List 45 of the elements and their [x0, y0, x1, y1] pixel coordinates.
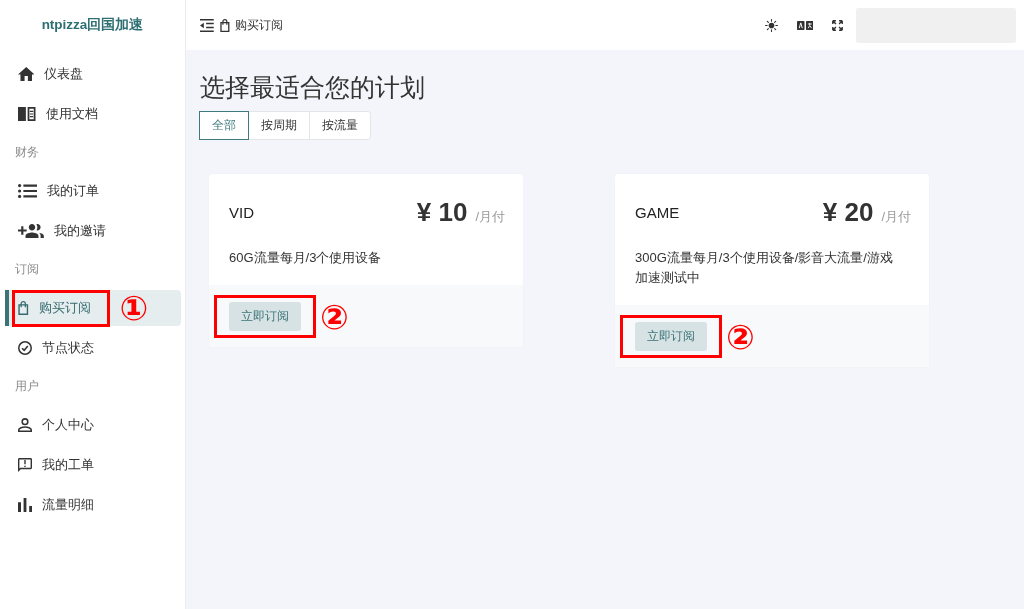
sun-icon[interactable]: [764, 18, 778, 32]
sidebar-item[interactable]: 我的邀请: [5, 213, 181, 249]
bag-icon: [18, 301, 29, 315]
expand-icon[interactable]: [832, 19, 843, 31]
filter-tab[interactable]: 按周期: [248, 111, 310, 140]
billing-period: /月付: [475, 207, 505, 226]
plan-description: 300G流量每月/3个使用设备/影音大流量/游戏加速测试中: [635, 249, 894, 287]
subscribe-button[interactable]: 立即订阅: [635, 322, 707, 351]
sidebar-item[interactable]: 我的工单: [5, 447, 181, 483]
sidebar-item[interactable]: 我的订单: [5, 173, 181, 209]
billing-period: /月付: [881, 207, 911, 226]
filter-tab[interactable]: 全部: [199, 111, 249, 140]
callout-number: ②: [726, 319, 755, 354]
section-heading: 财务: [14, 144, 40, 161]
people-plus-icon: [18, 224, 44, 238]
breadcrumb-item: 购买订阅: [234, 16, 283, 34]
bar-chart-icon: [18, 498, 32, 512]
plan-price: ¥ 20: [822, 196, 874, 228]
book-icon: [18, 107, 36, 121]
bag-icon: [219, 18, 230, 32]
section-heading: 用户: [14, 378, 40, 395]
callout-number: ②: [320, 299, 349, 334]
sidebar-item[interactable]: 流量明细: [5, 487, 181, 523]
speech-bubble-icon: [18, 458, 32, 472]
sidebar-item[interactable]: 个人中心: [5, 407, 181, 443]
sidebar-item[interactable]: 节点状态: [5, 330, 181, 366]
menu-collapse-icon[interactable]: [200, 18, 214, 32]
check-circle-icon: [18, 341, 32, 355]
sidebar-item[interactable]: 使用文档: [5, 96, 181, 132]
sidebar-item[interactable]: 仪表盘: [5, 56, 181, 92]
plan-name: VID: [229, 203, 254, 221]
list-icon: [18, 184, 38, 198]
language-icon[interactable]: [796, 20, 813, 30]
page-title: 选择最适合您的计划: [200, 72, 426, 103]
plan-price: ¥ 10: [416, 196, 468, 228]
house-icon: [18, 67, 35, 81]
plan-description: 60G流量每月/3个使用设备: [229, 249, 383, 267]
filter-tab[interactable]: 按流量: [309, 111, 371, 140]
brand-name: ntpizza回国加速: [41, 16, 144, 34]
callout-number: ①: [119, 291, 149, 325]
section-heading: 订阅: [14, 261, 40, 278]
sidebar-item[interactable]: 购买订阅 ①: [5, 290, 181, 326]
person-icon: [18, 418, 32, 432]
plan-name: GAME: [635, 203, 680, 221]
subscribe-button[interactable]: 立即订阅: [229, 302, 301, 331]
